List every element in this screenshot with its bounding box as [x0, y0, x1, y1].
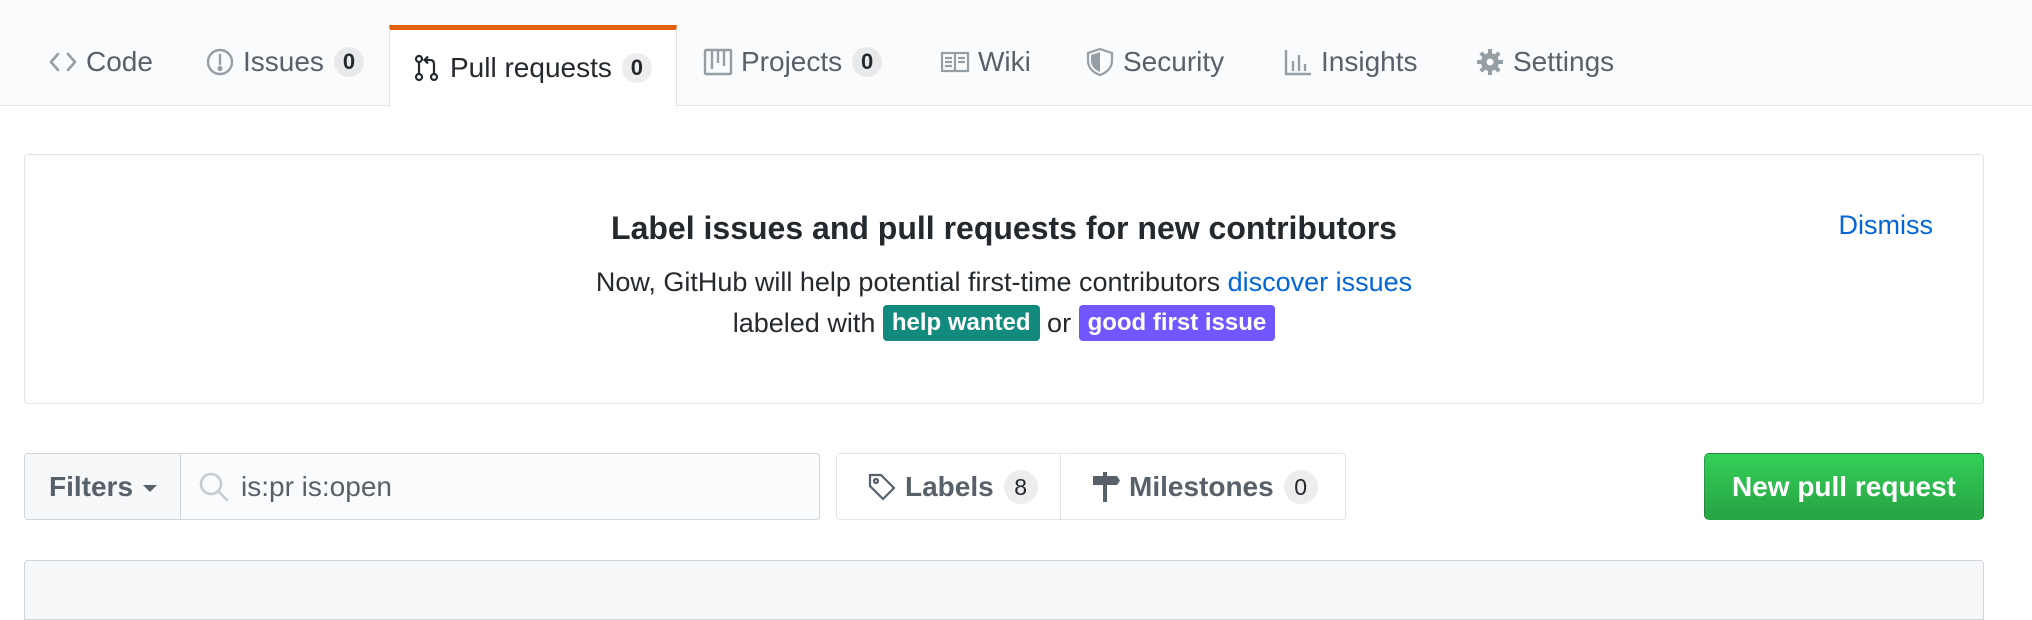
- search-input[interactable]: [241, 464, 801, 510]
- book-icon: [940, 47, 970, 77]
- tab-insights[interactable]: Insights: [1283, 0, 1418, 106]
- banner-labels-line: labeled with help wanted or good first i…: [25, 305, 1983, 343]
- search-box: [180, 453, 820, 520]
- new-contributors-banner: Label issues and pull requests for new c…: [24, 154, 1984, 404]
- labels-label: Labels: [905, 470, 994, 502]
- project-icon: [703, 47, 733, 77]
- tab-projects[interactable]: Projects 0: [703, 0, 883, 106]
- code-icon: [48, 47, 78, 77]
- labels-button[interactable]: Labels 8: [837, 454, 1061, 519]
- labels-milestones-group: Labels 8 Milestones 0: [836, 453, 1346, 520]
- pull-request-list-header: [24, 560, 1984, 620]
- tab-label: Pull requests: [450, 52, 612, 83]
- tab-label: Projects: [741, 46, 843, 77]
- tab-settings[interactable]: Settings: [1475, 0, 1614, 106]
- tab-security[interactable]: Security: [1085, 0, 1224, 106]
- discover-issues-link[interactable]: discover issues: [1228, 267, 1413, 297]
- filters-dropdown[interactable]: Filters: [24, 453, 181, 520]
- repo-nav: Code Issues 0 Pull requests 0 Projects 0…: [0, 0, 2032, 107]
- milestone-icon: [1091, 471, 1121, 502]
- tab-code[interactable]: Code: [48, 0, 153, 106]
- tab-label: Wiki: [978, 46, 1031, 77]
- filters-label: Filters: [49, 470, 134, 502]
- banner-text: or: [1039, 308, 1079, 339]
- banner-text: labeled with: [732, 308, 883, 339]
- shield-icon: [1085, 47, 1115, 77]
- milestones-button[interactable]: Milestones 0: [1061, 454, 1345, 519]
- tab-label: Insights: [1321, 46, 1418, 77]
- tag-icon: [867, 472, 897, 502]
- milestones-label: Milestones: [1129, 470, 1274, 502]
- tab-label: Settings: [1513, 46, 1615, 77]
- tab-pull-requests[interactable]: Pull requests 0: [389, 25, 677, 107]
- tab-wiki[interactable]: Wiki: [940, 0, 1031, 106]
- tab-label: Security: [1123, 46, 1225, 77]
- issue-opened-icon: [205, 47, 235, 77]
- help-wanted-label[interactable]: help wanted: [882, 305, 1040, 341]
- tab-label: Code: [86, 46, 153, 77]
- banner-text: Now, GitHub will help potential first-ti…: [595, 267, 1228, 297]
- git-pull-request-icon: [412, 53, 442, 83]
- projects-count: 0: [852, 47, 883, 77]
- gear-icon: [1475, 47, 1505, 77]
- issues-count: 0: [333, 47, 364, 77]
- dismiss-link[interactable]: Dismiss: [1839, 210, 1934, 241]
- labels-count: 8: [1003, 469, 1038, 504]
- pull-requests-count: 0: [621, 53, 652, 83]
- search-icon: [199, 472, 229, 502]
- new-pull-request-button[interactable]: New pull request: [1704, 453, 1984, 520]
- good-first-issue-label[interactable]: good first issue: [1078, 305, 1276, 341]
- milestones-count: 0: [1283, 469, 1318, 504]
- banner-title: Label issues and pull requests for new c…: [611, 210, 1397, 246]
- tab-label: Issues: [243, 46, 324, 77]
- graph-icon: [1283, 47, 1313, 77]
- banner-description: Now, GitHub will help potential first-ti…: [25, 267, 1983, 298]
- caret-down-icon: [143, 485, 158, 492]
- tab-issues[interactable]: Issues 0: [205, 0, 364, 106]
